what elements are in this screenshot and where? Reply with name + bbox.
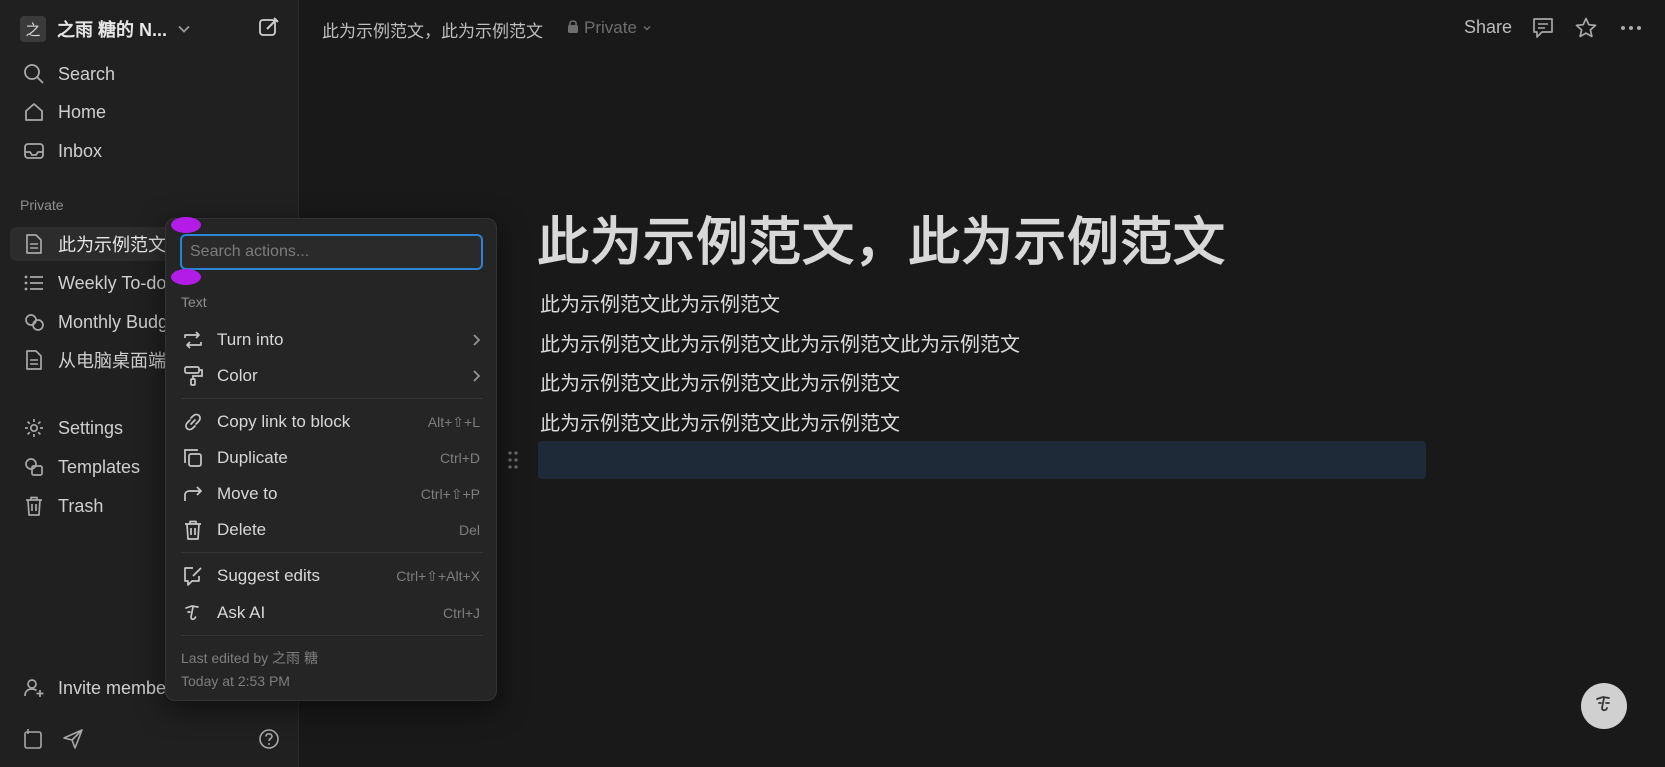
star-icon[interactable] [1573, 15, 1599, 41]
sidebar-item-label: Monthly Budg [58, 311, 169, 332]
turn-into-icon [181, 328, 205, 352]
chevron-right-icon [470, 369, 482, 383]
link-icon [181, 410, 205, 434]
workspace-avatar: 之 [20, 16, 46, 42]
menu-divider [181, 635, 483, 636]
breadcrumb[interactable]: 此为示例范文，此为示例范文 [322, 17, 543, 42]
menu-item-shortcut: Ctrl+⇧+P [420, 485, 480, 502]
block-actions-menu: Text Turn into Color Copy link to block … [165, 218, 497, 701]
budget-icon [22, 310, 46, 334]
page-icon [22, 232, 46, 256]
selection-handle-top[interactable] [171, 217, 201, 233]
page-icon [22, 348, 46, 372]
privacy-dropdown[interactable]: Private [567, 18, 652, 38]
inbox-icon [22, 139, 46, 163]
menu-section-label: Text [181, 294, 207, 310]
menu-item-label: Delete [217, 520, 267, 539]
sidebar-item-label: Trash [58, 495, 104, 516]
sidebar-item-label: 此为示例范文 [58, 235, 166, 255]
menu-divider [181, 398, 483, 399]
help-icon[interactable] [256, 726, 282, 752]
sidebar-item-label: Search [58, 63, 116, 84]
menu-item-duplicate[interactable]: Duplicate Ctrl+D [173, 441, 490, 475]
selected-empty-block[interactable] [538, 441, 1426, 479]
paint-roller-icon [181, 364, 205, 388]
share-button[interactable]: Share [1464, 17, 1512, 38]
suggest-edits-icon [181, 564, 205, 588]
menu-item-move-to[interactable]: Move to Ctrl+⇧+P [173, 477, 490, 511]
chevron-down-icon [177, 22, 191, 36]
page-title[interactable]: 此为示例范文，此为示例范文 [537, 200, 1226, 275]
app-window: 之 之雨 糖的 N... Search Home Inbox Private 此… [0, 0, 1665, 767]
sidebar-item-home[interactable]: Home [10, 95, 288, 129]
lock-icon [567, 18, 579, 38]
sidebar-item-label: Inbox [58, 140, 103, 161]
menu-item-copy-link[interactable]: Copy link to block Alt+⇧+L [173, 405, 490, 439]
trash-icon [181, 518, 205, 542]
comment-icon[interactable] [1530, 15, 1556, 41]
menu-item-label: Ask AI [217, 603, 266, 622]
sidebar-item-inbox[interactable]: Inbox [10, 134, 288, 168]
drag-handle-icon[interactable] [503, 448, 523, 472]
sidebar-item-label: Weekly To-do [58, 272, 167, 293]
menu-item-shortcut: Ctrl+D [439, 450, 480, 466]
selection-handle-bottom[interactable] [171, 269, 201, 285]
menu-item-label: Copy link to block [217, 412, 351, 431]
sidebar-item-search[interactable]: Search [10, 57, 288, 91]
new-page-icon[interactable] [258, 16, 280, 38]
menu-item-shortcut: Ctrl+J [443, 605, 480, 621]
ai-face-icon [1591, 691, 1617, 722]
text-block[interactable]: 此为示例范文此为示例范文此为示例范文此为示例范文 [540, 328, 1020, 357]
last-edited-time: Today at 2:53 PM [181, 673, 290, 689]
menu-item-suggest-edits[interactable]: Suggest edits Ctrl+⇧+Alt+X [173, 559, 490, 593]
sidebar-item-label: Invite membe [58, 677, 167, 698]
section-private-label: Private [20, 197, 64, 213]
home-icon [22, 100, 46, 124]
menu-item-shortcut: Ctrl+⇧+Alt+X [396, 567, 480, 584]
menu-item-delete[interactable]: Delete Del [173, 513, 490, 547]
menu-item-shortcut: Alt+⇧+L [427, 413, 480, 430]
move-to-icon [181, 482, 205, 506]
text-block[interactable]: 此为示例范文此为示例范文 [540, 288, 780, 317]
text-block[interactable]: 此为示例范文此为示例范文此为示例范文 [540, 407, 900, 436]
sidebar-footer [20, 726, 282, 754]
templates-icon [22, 455, 46, 479]
menu-item-label: Duplicate [217, 448, 288, 467]
menu-item-ask-ai[interactable]: Ask AI Ctrl+J [173, 596, 490, 630]
menu-item-shortcut: Del [458, 522, 480, 538]
workspace-name: 之雨 糖的 N... [57, 20, 168, 40]
menu-item-label: Color [217, 366, 258, 385]
list-icon [22, 271, 46, 295]
top-bar: 此为示例范文，此为示例范文 Private Share [300, 0, 1665, 56]
duplicate-icon [181, 446, 205, 470]
text-block[interactable]: 此为示例范文此为示例范文此为示例范文 [540, 367, 900, 396]
menu-item-turn-into[interactable]: Turn into [173, 323, 490, 357]
sidebar-item-label: Settings [58, 417, 124, 438]
menu-item-label: Move to [217, 484, 278, 503]
menu-item-label: Turn into [217, 330, 284, 349]
ai-icon [181, 601, 205, 625]
privacy-label: Private [584, 18, 637, 37]
search-actions-input[interactable] [180, 234, 483, 270]
chevron-right-icon [470, 333, 482, 347]
menu-divider [181, 552, 483, 553]
menu-item-color[interactable]: Color [173, 359, 490, 393]
sidebar-item-label: Templates [58, 456, 141, 477]
more-icon[interactable] [1618, 15, 1644, 41]
trash-icon [22, 494, 46, 518]
last-edited-by: Last edited by 之雨 糖 [181, 650, 318, 666]
gear-icon [22, 416, 46, 440]
menu-item-label: Suggest edits [217, 566, 321, 585]
send-icon[interactable] [60, 726, 86, 752]
sidebar-item-label: 从电脑桌面端 [58, 351, 166, 371]
add-person-icon [22, 676, 46, 700]
sidebar-item-label: Home [58, 101, 107, 122]
workspace-switcher[interactable]: 之 之雨 糖的 N... [20, 14, 280, 44]
calendar-icon[interactable] [20, 726, 46, 752]
search-icon [22, 62, 46, 86]
help-button[interactable] [1581, 683, 1627, 729]
chevron-down-icon [642, 18, 652, 38]
